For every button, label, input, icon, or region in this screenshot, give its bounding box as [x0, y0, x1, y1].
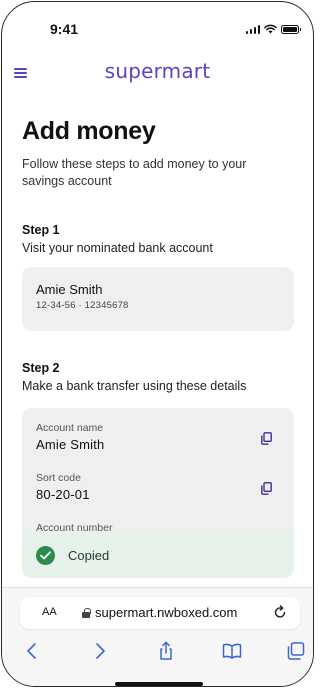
step-2-section: Step 2 Make a bank transfer using these …: [22, 361, 246, 393]
brand-logo: supermart: [104, 59, 211, 83]
wifi-icon: [264, 24, 277, 34]
app-header: supermart: [2, 54, 313, 90]
field-value: 80-20-01: [36, 487, 90, 502]
step-2-title: Step 2: [22, 361, 60, 375]
sort-code-field: Sort code 80-20-01: [36, 472, 90, 502]
copy-icon[interactable]: [261, 482, 272, 495]
check-circle-icon: [36, 545, 55, 565]
toast-message: Copied: [68, 547, 110, 563]
step-2-description: Make a bank transfer using these details: [22, 379, 247, 393]
step-1-title: Step 1: [22, 223, 60, 237]
address-bar[interactable]: AA supermart.nwboxed.com: [20, 597, 300, 629]
chevron-right-icon[interactable]: [88, 640, 110, 662]
field-label: Sort code: [36, 472, 81, 484]
chevron-left-icon[interactable]: [22, 640, 44, 662]
signal-icon: [245, 24, 260, 34]
status-bar: 9:41: [2, 2, 313, 46]
copy-icon[interactable]: [261, 432, 272, 445]
battery-icon: [281, 24, 301, 34]
reload-icon[interactable]: [272, 604, 288, 620]
status-icons: [245, 24, 301, 34]
share-icon[interactable]: [155, 640, 177, 662]
tabs-icon[interactable]: [285, 640, 307, 662]
copied-toast: Copied: [22, 532, 294, 578]
lock-icon: [82, 607, 91, 618]
page-lead: Follow these steps to add money to your …: [22, 157, 247, 188]
book-icon[interactable]: [221, 640, 243, 662]
page-title: Add money: [22, 117, 156, 145]
nominated-account-card: Amie Smith 12-34-56 · 12345678: [22, 267, 294, 331]
status-time: 9:41: [50, 21, 79, 37]
page-header: Add money Follow these steps to add mone…: [22, 117, 313, 190]
account-sort-and-number: 12-34-56 · 12345678: [36, 300, 129, 311]
home-indicator[interactable]: [115, 682, 203, 686]
phone-frame: 9:41 supermart Add money Follow these st…: [1, 1, 314, 687]
text-size-button[interactable]: AA: [42, 606, 57, 618]
browser-toolbar: AA supermart.nwboxed.com: [2, 587, 313, 686]
account-name-field: Account name Amie Smith: [36, 422, 104, 452]
step-1-description: Visit your nominated bank account: [22, 241, 213, 255]
browser-nav-row: [2, 640, 313, 664]
field-label: Account name: [36, 422, 104, 434]
field-value: Amie Smith: [36, 437, 105, 452]
url-display[interactable]: supermart.nwboxed.com: [82, 605, 237, 620]
account-holder-name: Amie Smith: [36, 282, 103, 297]
url-text: supermart.nwboxed.com: [95, 605, 238, 620]
step-1-section: Step 1 Visit your nominated bank account: [22, 223, 213, 255]
